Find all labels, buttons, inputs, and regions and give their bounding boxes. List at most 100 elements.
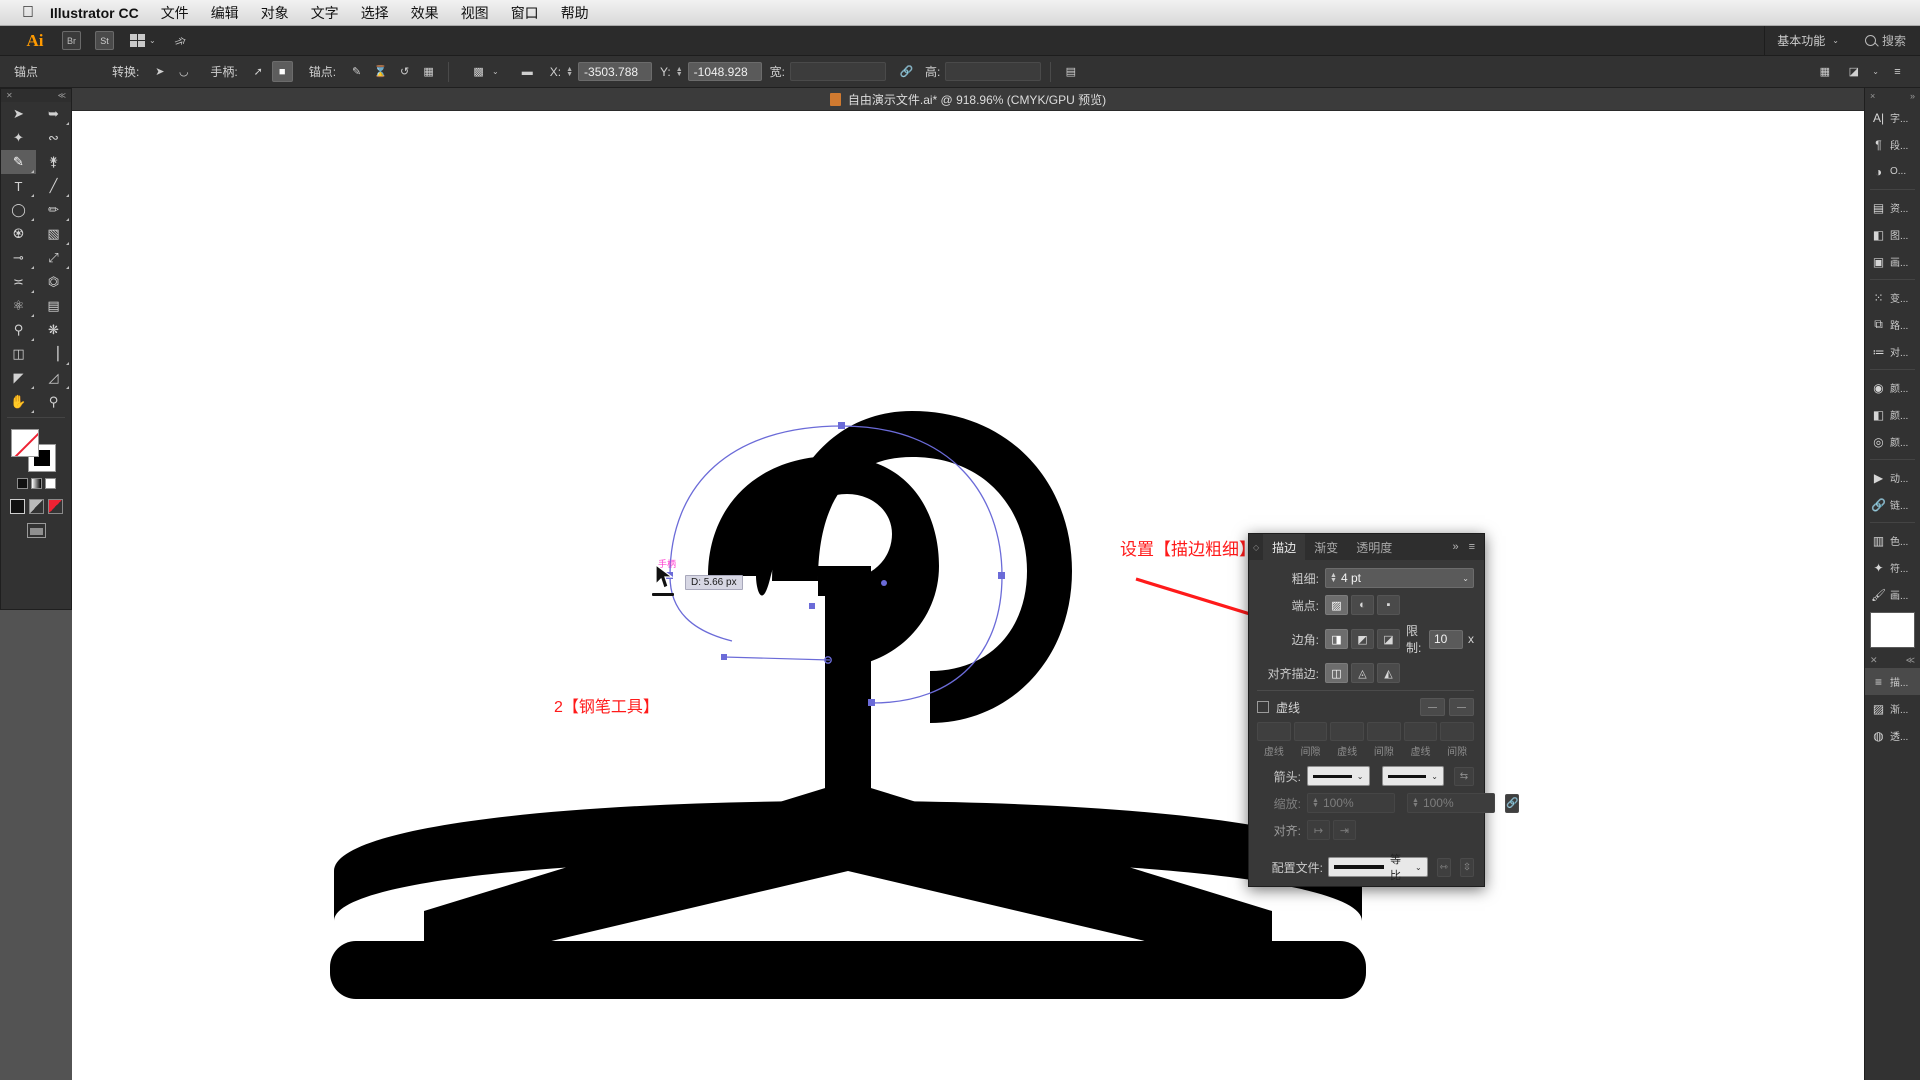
menu-item-effect[interactable]: 效果 xyxy=(411,3,439,23)
swap-arrows-icon[interactable]: ⇆ xyxy=(1454,766,1474,786)
miter-limit-input[interactable]: 10 xyxy=(1429,629,1463,649)
actions-panel[interactable]: ▶ 动... xyxy=(1865,464,1920,491)
menu-item-view[interactable]: 视图 xyxy=(461,3,489,23)
round-cap-icon[interactable]: ◐ xyxy=(1351,595,1374,615)
eraser-tool[interactable]: ▧ xyxy=(36,222,71,246)
align-stroke-inside-icon[interactable]: ◬ xyxy=(1351,663,1374,683)
expand-icon[interactable]: » xyxy=(1910,91,1915,101)
rotate-tool[interactable]: ⊸ xyxy=(1,246,36,270)
magic-wand-tool[interactable]: ✦ xyxy=(1,126,36,150)
expand-icon[interactable]: ≪ xyxy=(58,91,66,100)
menu-item-edit[interactable]: 编辑 xyxy=(211,3,239,23)
symbols-panel[interactable]: ✦ 符... xyxy=(1865,554,1920,581)
swatches-panel[interactable]: ▥ 色... xyxy=(1865,527,1920,554)
fill-swatch-none[interactable] xyxy=(11,429,39,457)
apple-icon[interactable]:  xyxy=(22,4,34,21)
type-tool[interactable]: T xyxy=(1,174,36,198)
bridge-button[interactable]: Br xyxy=(62,31,81,50)
isolate-anchor-icon[interactable]: ▦ xyxy=(418,61,439,82)
butt-cap-icon[interactable]: ▨ xyxy=(1325,595,1348,615)
menu-item-file[interactable]: 文件 xyxy=(161,3,189,23)
tab-transparency[interactable]: 透明度 xyxy=(1347,534,1401,560)
convert-to-smooth-icon[interactable]: ◡ xyxy=(173,61,194,82)
ellipse-tool[interactable]: ◯ xyxy=(1,198,36,222)
miter-join-icon[interactable]: ◨ xyxy=(1325,629,1348,649)
artboard-tool[interactable]: ◫ xyxy=(1,342,36,366)
zoom-tool[interactable]: ⚲ xyxy=(36,390,71,414)
pathfinder-panel[interactable]: ⧉ 路... xyxy=(1865,311,1920,338)
color-panel[interactable]: ◉ 颜... xyxy=(1865,374,1920,401)
dash-align-icon[interactable]: ⎯⎯ xyxy=(1449,698,1474,716)
stock-button[interactable]: St xyxy=(95,31,114,50)
place-arrow-icon[interactable]: ⇥ xyxy=(1333,820,1356,840)
width-profile-select[interactable]: 等比 ⌄ xyxy=(1328,854,1428,882)
remove-anchor-icon[interactable]: ✎ xyxy=(346,61,367,82)
dash-input-3[interactable] xyxy=(1403,722,1438,741)
gap-input-3[interactable] xyxy=(1440,722,1474,741)
round-join-icon[interactable]: ◩ xyxy=(1351,629,1374,649)
curvature-tool[interactable]: ⚵ xyxy=(36,150,71,174)
align-panel[interactable]: ≔ 对... xyxy=(1865,338,1920,365)
character-panel[interactable]: A| 字... xyxy=(1865,104,1920,131)
search-adobe-stock[interactable]: 搜索 xyxy=(1851,32,1920,49)
menu-item-select[interactable]: 选择 xyxy=(361,3,389,23)
x-stepper[interactable]: ▲ ▼ xyxy=(566,66,573,78)
expand-panel-icon[interactable]: » xyxy=(1452,541,1458,553)
color-preview-box[interactable] xyxy=(1870,612,1915,648)
extend-arrow-icon[interactable]: ↦ xyxy=(1307,820,1330,840)
arrange-documents-button[interactable]: ⌄ xyxy=(130,34,156,47)
eyedropper-tool[interactable]: ⚲ xyxy=(1,318,36,342)
arrow-scale-end-stepper[interactable]: ▲ ▼ xyxy=(1412,797,1419,809)
align-selection-icon[interactable]: ▩ xyxy=(468,61,489,82)
edge-detect-icon[interactable]: ▤ xyxy=(1060,61,1081,82)
dashed-line-checkbox[interactable] xyxy=(1257,701,1269,713)
close-icon[interactable]: × xyxy=(1870,91,1875,101)
dash-input-2[interactable] xyxy=(1330,722,1364,741)
menu-item-window[interactable]: 窗口 xyxy=(511,3,539,23)
direct-selection-tool[interactable]: ➥ xyxy=(36,102,71,126)
align-stroke-outside-icon[interactable]: ◭ xyxy=(1377,663,1400,683)
draw-inside-icon[interactable] xyxy=(47,499,63,514)
artboards-panel[interactable]: ▣ 画... xyxy=(1865,248,1920,275)
dash-preserve-icon[interactable]: ⎯⎯ xyxy=(1420,698,1445,716)
flip-across-icon[interactable]: ⇿ xyxy=(1436,857,1451,877)
projecting-cap-icon[interactable]: ▪ xyxy=(1377,595,1400,615)
show-handles-icon[interactable]: ➚ xyxy=(248,61,269,82)
document-canvas[interactable]: 自由演示文件.ai* @ 918.96% (CMYK/GPU 预览) 手柄 D:… xyxy=(72,88,1864,1080)
gradient-swatch-button[interactable] xyxy=(30,478,42,489)
layers-panel[interactable]: ◧ 图... xyxy=(1865,221,1920,248)
none-swatch-button[interactable] xyxy=(44,478,56,489)
line-segment-tool[interactable]: ╱ xyxy=(36,174,71,198)
flip-along-icon[interactable]: ⇳ xyxy=(1459,857,1474,877)
slice-tool[interactable]: ◤ xyxy=(1,366,36,390)
arrowhead-start-select[interactable]: ⌄ xyxy=(1307,766,1370,786)
chevron-down-icon[interactable]: ⌄ xyxy=(1872,67,1879,76)
color-swatch-button[interactable] xyxy=(16,478,28,489)
expand-icon[interactable]: ≪ xyxy=(1906,655,1915,666)
bevel-join-icon[interactable]: ◪ xyxy=(1377,629,1400,649)
draw-behind-icon[interactable] xyxy=(28,499,44,514)
change-screen-mode-icon[interactable] xyxy=(26,523,46,538)
transform-panel[interactable]: ⁙ 变... xyxy=(1865,284,1920,311)
stroke-panel-dock[interactable]: ≡ 描... xyxy=(1865,668,1920,695)
arrowhead-end-select[interactable]: ⌄ xyxy=(1381,766,1444,786)
arrow-scale-end-input[interactable]: ▲ ▼ 100% xyxy=(1407,793,1495,813)
gradient-panel-dock[interactable]: ▨ 渐... xyxy=(1865,695,1920,722)
tab-stroke[interactable]: 描边 xyxy=(1263,534,1306,560)
artboard[interactable]: 手柄 D: 5.66 px 2【钢笔工具】 设置【描边粗细】 xyxy=(72,111,1864,1080)
shaper-tool[interactable]: ♼ xyxy=(1,222,36,246)
asset-export-panel[interactable]: ▤ 资... xyxy=(1865,194,1920,221)
color-guide-panel[interactable]: ◧ 颜... xyxy=(1865,401,1920,428)
document-tab[interactable]: 自由演示文件.ai* @ 918.96% (CMYK/GPU 预览) xyxy=(72,88,1864,111)
chevron-down-icon[interactable]: ⌄ xyxy=(1462,574,1469,583)
stroke-weight-input[interactable]: ▲ ▼ 4 pt ⌄ xyxy=(1325,568,1474,588)
paragraph-panel[interactable]: ¶ 段... xyxy=(1865,131,1920,158)
scale-tool[interactable]: ⤢ xyxy=(36,246,71,270)
transform-ref-icon[interactable]: ▬ xyxy=(517,61,538,82)
cut-path-icon[interactable]: ↺ xyxy=(394,61,415,82)
tab-gradient[interactable]: 渐变 xyxy=(1305,534,1347,560)
stroke-weight-stepper[interactable]: ▲ ▼ xyxy=(1330,572,1337,584)
selection-tool[interactable]: ➤ xyxy=(1,102,36,126)
gap-input-1[interactable] xyxy=(1293,722,1328,741)
recolor-panel[interactable]: ◎ 颜... xyxy=(1865,428,1920,455)
